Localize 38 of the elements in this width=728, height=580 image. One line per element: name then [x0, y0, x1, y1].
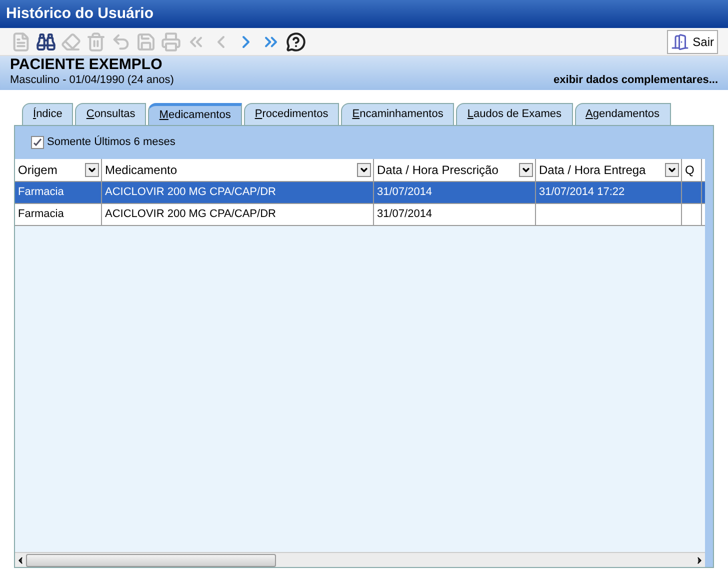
column-header[interactable]: Data / Hora Prescrição [377, 161, 498, 179]
column-header[interactable]: Data / Hora Entrega [539, 161, 646, 179]
tab[interactable]: Índice [22, 103, 74, 125]
table-cell-text: Farmacia [18, 207, 64, 222]
table-cell-text: ACICLOVIR 200 MG CPA/CAP/DR [105, 207, 276, 222]
table-cell-text: 31/07/2014 17:22 [539, 185, 625, 200]
dropdown-icon[interactable] [357, 163, 371, 177]
checkbox-label: Somente Últimos 6 meses [47, 134, 176, 150]
tab[interactable]: Encaminhamentos [341, 103, 454, 125]
help-icon[interactable] [285, 30, 307, 52]
door-icon [670, 32, 689, 50]
window-title: Histórico do Usuário [6, 4, 154, 24]
tab[interactable]: Medicamentos [148, 103, 242, 125]
exit-button[interactable]: Sair [666, 30, 718, 54]
dropdown-icon[interactable] [519, 163, 533, 177]
table-row[interactable]: Farmacia ACICLOVIR 200 MG CPA/CAP/DR 31/07/2014 [15, 204, 705, 226]
table-cell-text: ACICLOVIR 200 MG CPA/CAP/DR [105, 185, 276, 200]
checkbox[interactable] [31, 136, 44, 149]
checkmark-icon [33, 138, 42, 147]
tab[interactable]: Consultas [75, 103, 146, 125]
horizontal-scrollbar[interactable] [15, 552, 705, 567]
column-header[interactable]: Medicamento [105, 161, 178, 179]
table-cell-text: Farmacia [18, 185, 64, 200]
table-row[interactable]: Farmacia ACICLOVIR 200 MG CPA/CAP/DR 31/07/2014 31/07/2014 17:22 [15, 182, 705, 204]
tab[interactable]: Procedimentos [244, 103, 340, 125]
more-details-link[interactable]: exibir dados complementares... [554, 72, 718, 88]
table-cell-text: 31/07/2014 [377, 185, 432, 200]
tab[interactable]: Laudos de Exames [456, 103, 573, 125]
binoculars-icon[interactable] [35, 30, 57, 52]
column-header[interactable]: Origem [18, 161, 58, 179]
scrollbar-thumb[interactable] [26, 554, 276, 566]
patient-details: Masculino - 01/04/1990 (24 anos) [10, 74, 174, 88]
dropdown-icon[interactable] [85, 163, 99, 177]
dropdown-icon[interactable] [665, 163, 679, 177]
table-cell-text: 31/07/2014 [377, 207, 432, 222]
patient-name: PACIENTE EXEMPLO [10, 56, 164, 74]
column-header[interactable]: Q [685, 161, 694, 179]
tab[interactable]: Agendamentos [574, 103, 671, 125]
